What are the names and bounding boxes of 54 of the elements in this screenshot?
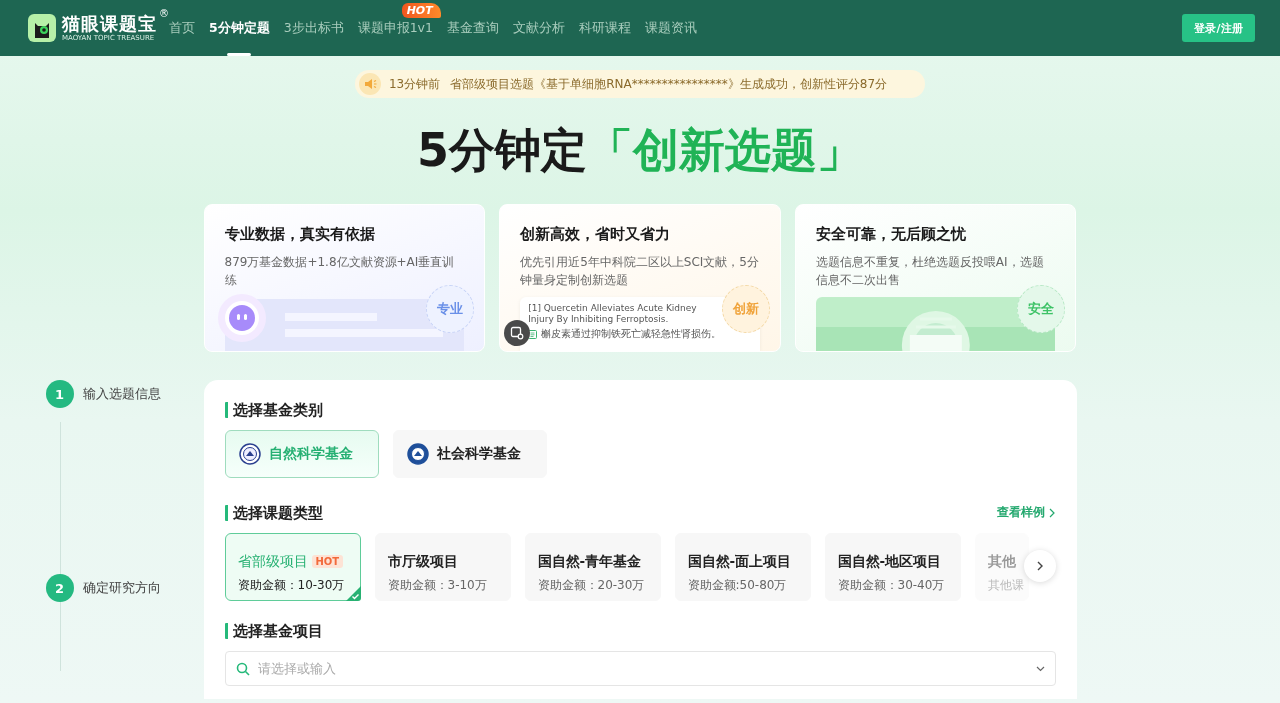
feature-title: 专业数据，真实有依据 bbox=[224, 225, 376, 244]
logo-text: 猫眼课题宝 bbox=[62, 13, 157, 34]
nav-item[interactable]: 5分钟定题 bbox=[209, 19, 270, 37]
step-number: 1 bbox=[45, 380, 74, 408]
caret-icon bbox=[1035, 665, 1045, 672]
nav-item[interactable]: 课题资讯 bbox=[644, 19, 697, 37]
section-title: 选择课题类型 bbox=[224, 504, 323, 521]
image-search-icon[interactable] bbox=[504, 320, 531, 346]
citation-translation: 槲皮素通过抑制铁死亡减轻急性肾损伤。 bbox=[541, 327, 722, 341]
topic-type-option[interactable]: 国自然-青年基金 资助金额：20-30万 bbox=[524, 533, 661, 601]
step-label: 确定研究方向 bbox=[82, 579, 161, 597]
emblem-icon bbox=[406, 443, 429, 465]
emblem-icon bbox=[238, 443, 261, 465]
robot-icon bbox=[216, 293, 267, 343]
nav-item[interactable]: 课题申报1v1 bbox=[357, 19, 433, 37]
topic-type-option[interactable]: 国自然-面上项目 资助金额:50-80万 bbox=[674, 533, 811, 601]
fund-category-option[interactable]: 自然科学基金 bbox=[224, 430, 379, 478]
feature-badge: 安全 bbox=[1017, 285, 1066, 333]
speaker-icon bbox=[358, 73, 381, 95]
feature-badge: 专业 bbox=[426, 285, 475, 333]
hot-badge: HOT bbox=[401, 3, 441, 18]
nav-item[interactable]: 科研课程 bbox=[578, 19, 631, 37]
notice-time: 13分钟前 bbox=[388, 75, 441, 93]
view-example-link[interactable]: 查看样例 bbox=[996, 504, 1056, 521]
nav-item[interactable]: 文献分析 bbox=[512, 19, 565, 37]
topic-type-option[interactable]: 市厅级项目 资助金额：3-10万 bbox=[374, 533, 511, 601]
topic-type-option[interactable]: 其他 其他课 bbox=[974, 533, 1029, 601]
step-number: 2 bbox=[45, 574, 74, 602]
nav-item[interactable]: 基金查询 bbox=[446, 19, 499, 37]
chevron-right-icon bbox=[1047, 507, 1056, 518]
topic-type-option[interactable]: 国自然-地区项目 资助金额：30-40万 bbox=[824, 533, 961, 601]
feature-title: 创新高效，省时又省力 bbox=[520, 225, 672, 244]
fund-category-option[interactable]: 社会科学基金 bbox=[392, 430, 547, 478]
notice-text: 省部级项目选题《基于单细胞RNA****************》生成成功，创新性评分87分 bbox=[450, 75, 888, 93]
registered-mark: ® bbox=[159, 7, 169, 19]
fund-project-select[interactable]: 请选择或输入 bbox=[224, 651, 1056, 686]
nav-item[interactable]: 首页 bbox=[169, 19, 195, 37]
nav-item[interactable]: 3步出标书 bbox=[283, 19, 344, 37]
fund-project-field[interactable]: 请选择或输入 bbox=[255, 660, 1030, 677]
section-title: 选择基金类别 bbox=[224, 402, 323, 418]
step-label: 输入选题信息 bbox=[82, 385, 161, 403]
cat-logo-icon bbox=[28, 14, 56, 42]
feature-title: 安全可靠，无后顾之忧 bbox=[815, 225, 967, 244]
search-icon bbox=[235, 661, 250, 676]
citation-text: [1] Quercetin Alleviates Acute Kidney Injury By Inhibiting Ferroptosis. bbox=[528, 303, 698, 325]
section-title: 选择基金项目 bbox=[224, 623, 323, 639]
hot-tag: HOT bbox=[311, 555, 344, 568]
chevron-right-icon bbox=[1035, 561, 1044, 571]
topic-type-option[interactable]: 省部级项目 HOT 资助金额：10-30万 bbox=[224, 533, 361, 601]
feature-badge: 创新 bbox=[721, 285, 770, 333]
login-button[interactable]: 登录/注册 bbox=[1182, 14, 1255, 42]
check-icon bbox=[345, 586, 361, 601]
active-tab-indicator bbox=[227, 53, 252, 56]
hero-title: 5分钟定「创新选题」 bbox=[417, 122, 863, 178]
